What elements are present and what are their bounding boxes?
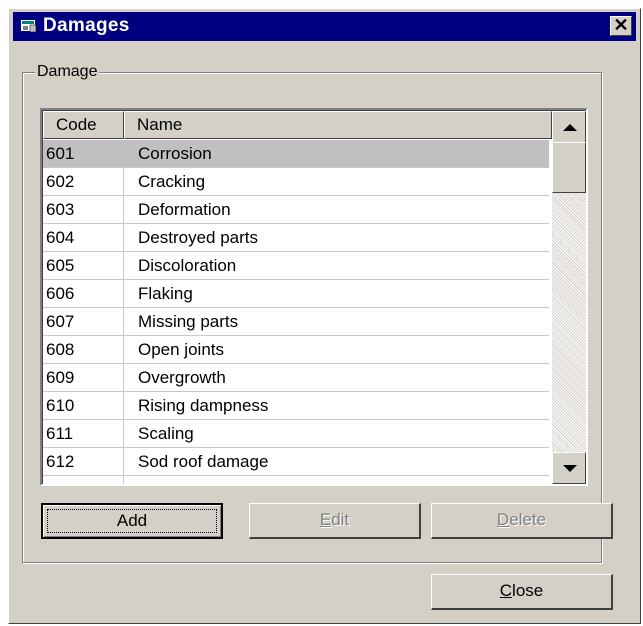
cell-code: 602 xyxy=(46,172,75,191)
cell-code: 609 xyxy=(46,368,75,387)
list-item[interactable]: 610 Rising dampness xyxy=(43,392,549,420)
cell-code: 604 xyxy=(46,228,75,247)
column-header-code-label: Code xyxy=(56,115,97,134)
focus-rect xyxy=(47,509,217,533)
cell-name: Missing parts xyxy=(138,312,239,331)
cell-name: Cracking xyxy=(138,172,206,191)
close-button[interactable]: Close xyxy=(431,574,613,610)
cell-name: Flaking xyxy=(138,284,193,303)
close-button-rest: lose xyxy=(512,581,544,600)
cell-code: 607 xyxy=(46,312,75,331)
cell-name: Overgrowth xyxy=(138,368,226,387)
close-icon: ✕ xyxy=(613,15,629,35)
list-item[interactable]: 603 Deformation xyxy=(43,196,549,224)
cell-code: 612 xyxy=(46,452,75,471)
list-item[interactable]: 612 Sod roof damage xyxy=(43,448,549,476)
title-bar[interactable]: Damages ✕ xyxy=(13,12,636,41)
cell-name: Open joints xyxy=(138,340,224,359)
list-item[interactable]: 611 Scaling xyxy=(43,420,549,448)
arrow-down-icon xyxy=(563,465,577,472)
damages-dialog: Damages ✕ Damage Code Name 601 Corrosion 6… xyxy=(8,8,641,624)
edit-button[interactable]: Edit xyxy=(249,503,421,539)
close-button-mnemonic: C xyxy=(499,581,513,600)
cell-code: 603 xyxy=(46,200,75,219)
column-header-name[interactable]: Name xyxy=(124,111,552,139)
cell-name: Corrosion xyxy=(138,144,212,163)
edit-button-mnemonic: E xyxy=(319,510,332,529)
damage-group-label: Damage xyxy=(35,63,100,81)
cell-code: 611 xyxy=(46,424,74,443)
list-item[interactable]: 606 Flaking xyxy=(43,280,549,308)
list-item[interactable]: 605 Discoloration xyxy=(43,252,549,280)
vertical-scrollbar[interactable] xyxy=(552,111,586,484)
cell-name: Destroyed parts xyxy=(138,228,258,247)
cell-code: 601 xyxy=(46,144,75,163)
list-item[interactable]: 609 Overgrowth xyxy=(43,364,549,392)
column-header-code[interactable]: Code xyxy=(43,111,124,139)
column-header-name-label: Name xyxy=(137,115,183,134)
close-window-button[interactable]: ✕ xyxy=(610,16,632,36)
window-title: Damages xyxy=(43,15,130,36)
cell-name: Deformation xyxy=(138,200,231,219)
cell-code: 610 xyxy=(46,396,75,415)
list-item[interactable]: 608 Open joints xyxy=(43,336,549,364)
cell-name: Rising dampness xyxy=(138,396,269,415)
cell-code: 608 xyxy=(46,340,75,359)
delete-button-rest: elete xyxy=(509,510,547,529)
list-item[interactable]: 601 Corrosion xyxy=(43,140,549,168)
add-button[interactable]: Add xyxy=(41,503,223,539)
list-item[interactable]: 602 Cracking xyxy=(43,168,549,196)
list-item[interactable]: 607 Missing parts xyxy=(43,308,549,336)
cell-code: 606 xyxy=(46,284,75,303)
cell-name: Scaling xyxy=(138,424,194,443)
arrow-up-icon xyxy=(563,124,577,131)
edit-button-rest: dit xyxy=(331,510,350,529)
window-app-icon xyxy=(21,20,37,33)
list-rows: 601 Corrosion 602 Cracking 603 Deformation 604… xyxy=(43,140,549,476)
scroll-down-button[interactable] xyxy=(552,452,586,484)
damages-list[interactable]: Code Name 601 Corrosion 602 Cracking 603 Defo… xyxy=(40,108,588,486)
cell-name: Discoloration xyxy=(138,256,237,275)
cell-code: 605 xyxy=(46,256,75,275)
cell-name: Sod roof damage xyxy=(138,452,269,471)
scroll-up-button[interactable] xyxy=(552,111,586,143)
scroll-thumb[interactable] xyxy=(552,142,586,193)
delete-button-mnemonic: D xyxy=(496,510,510,529)
delete-button[interactable]: Delete xyxy=(431,503,613,539)
list-item[interactable]: 604 Destroyed parts xyxy=(43,224,549,252)
